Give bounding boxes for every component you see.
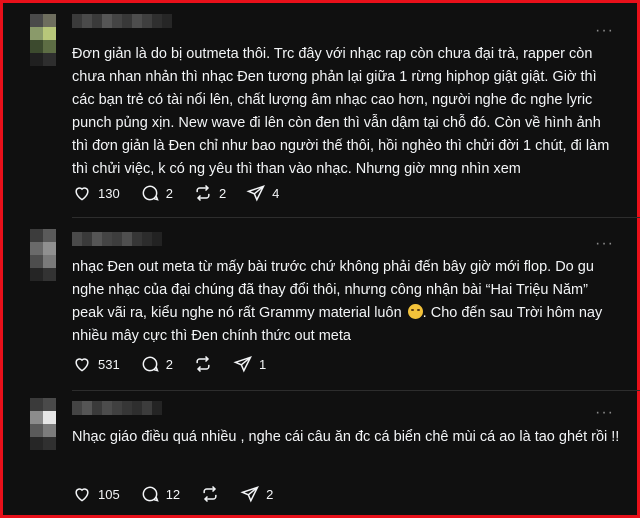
sweat-smile-emoji	[407, 304, 423, 319]
like-count: 531	[98, 356, 120, 372]
share-icon	[246, 185, 266, 202]
share-count: 1	[258, 356, 267, 372]
like-button[interactable]: 130	[72, 183, 120, 203]
reply-button[interactable]: 12	[140, 484, 180, 504]
like-count: 130	[98, 185, 120, 201]
heart-icon	[75, 358, 89, 372]
heart-icon	[75, 488, 89, 502]
share-icon	[240, 486, 260, 503]
divider	[72, 217, 640, 218]
share-icon	[233, 356, 252, 373]
share-button[interactable]: 1	[233, 354, 266, 374]
repost-count: 2	[218, 185, 227, 201]
post-2: ··· nhạc Đen out meta từ mấy bài trước c…	[6, 219, 640, 391]
repost-icon	[203, 485, 217, 503]
post-text: nhạc Đen out meta từ mấy bài trước chứ k…	[72, 259, 603, 344]
username-blurred[interactable]	[72, 14, 172, 28]
reply-count: 2	[165, 356, 173, 372]
share-count: 2	[266, 486, 274, 502]
username-blurred[interactable]	[72, 401, 162, 415]
reply-count: 2	[165, 185, 173, 201]
post-actions: 130 2 2 4	[72, 182, 299, 204]
repost-icon	[196, 184, 210, 202]
avatar[interactable]	[30, 398, 56, 450]
comment-icon	[142, 486, 159, 502]
repost-button[interactable]: 2	[193, 183, 226, 203]
more-icon[interactable]: ···	[595, 23, 614, 39]
username-blurred[interactable]	[72, 232, 162, 246]
heart-icon	[75, 187, 89, 201]
reply-count: 12	[165, 486, 181, 502]
comment-icon	[142, 356, 159, 372]
post-actions: 105 12 2	[72, 483, 293, 505]
like-count: 105	[98, 486, 120, 502]
post-text: Đơn giản là do bị outmeta thôi. Trc đây …	[72, 46, 610, 177]
post-3: ··· Nhạc giáo điều quá nhiều , nghe cái …	[6, 392, 640, 516]
share-count: 4	[272, 185, 280, 201]
share-button[interactable]: 4	[246, 183, 279, 203]
repost-icon	[196, 355, 210, 373]
post-actions: 531 2 1	[72, 353, 286, 375]
avatar[interactable]	[30, 14, 56, 66]
reply-button[interactable]: 2	[140, 354, 173, 374]
more-icon[interactable]: ···	[595, 236, 614, 252]
like-button[interactable]: 531	[72, 354, 120, 374]
share-button[interactable]: 2	[240, 484, 273, 504]
like-button[interactable]: 105	[72, 484, 120, 504]
more-icon[interactable]: ···	[595, 405, 614, 421]
divider	[72, 390, 640, 391]
post-1: ··· Đơn giản là do bị outmeta thôi. Trc …	[6, 6, 640, 218]
post-text: Nhạc giáo điều quá nhiều , nghe cái câu …	[72, 429, 620, 445]
comment-icon	[142, 185, 159, 201]
thread-frame: ··· Đơn giản là do bị outmeta thôi. Trc …	[0, 0, 640, 518]
reply-button[interactable]: 2	[140, 183, 173, 203]
repost-button[interactable]	[200, 484, 220, 504]
avatar[interactable]	[30, 229, 56, 281]
repost-button[interactable]	[193, 354, 213, 374]
